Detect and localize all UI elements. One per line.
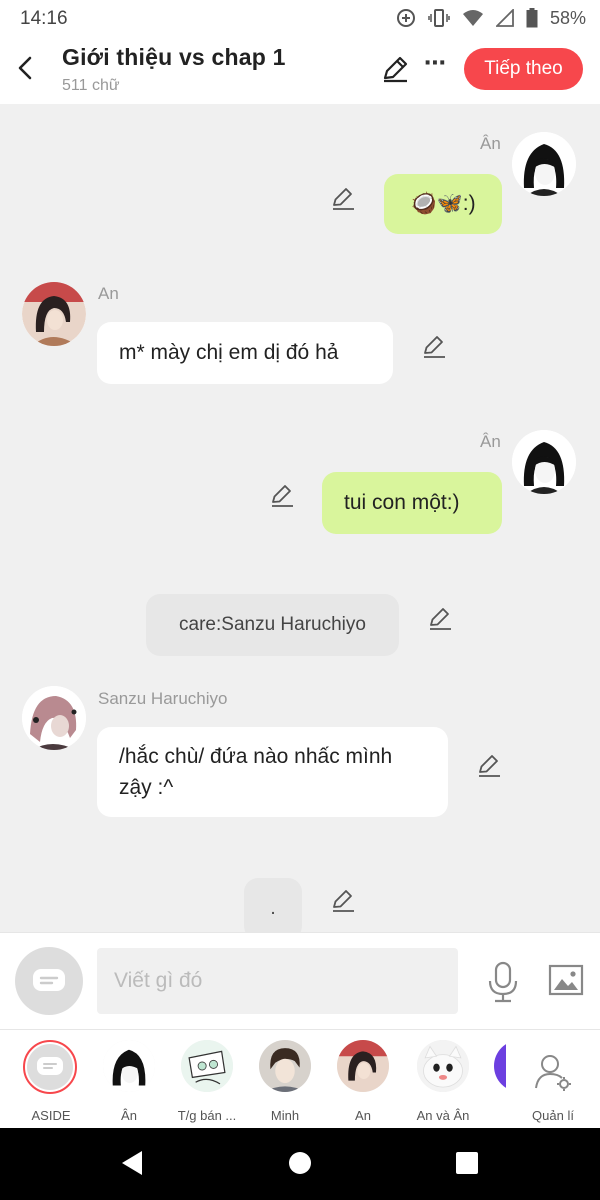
character-item-partial[interactable]	[494, 1040, 506, 1092]
sender-name: An	[98, 284, 119, 303]
edit-title-button[interactable]	[380, 54, 410, 84]
message-input[interactable]	[97, 948, 458, 1014]
message-bubble[interactable]: tui con một:)	[322, 472, 502, 534]
avatar[interactable]	[22, 282, 86, 346]
sender-name: Ân	[480, 134, 501, 153]
narration-bubble[interactable]: care:Sanzu Haruchiyo	[146, 594, 399, 656]
chat-area: Ân 🥥🦋:) An m* mày chị em dị đó hả Ân tui…	[0, 104, 600, 932]
more-options-button[interactable]: ⋯	[422, 50, 448, 80]
next-chapter-button[interactable]: Tiếp theo	[464, 48, 583, 90]
vibrate-icon	[428, 9, 450, 27]
character-item[interactable]: An	[322, 1038, 402, 1126]
image-icon[interactable]	[548, 963, 584, 997]
edit-message-icon[interactable]	[420, 332, 448, 360]
edit-message-icon[interactable]	[426, 604, 454, 632]
character-avatar	[417, 1040, 469, 1092]
character-avatar	[337, 1040, 389, 1092]
aside-toggle-button[interactable]	[15, 947, 83, 1015]
wifi-icon	[462, 10, 483, 26]
character-label: An	[355, 1108, 371, 1123]
character-item[interactable]: An và Ân	[402, 1038, 482, 1126]
character-label: An và Ân	[416, 1108, 470, 1123]
user-settings-icon	[534, 1052, 574, 1092]
character-label: ASIDE	[31, 1108, 71, 1123]
back-triangle-icon[interactable]	[120, 1150, 144, 1176]
avatar[interactable]	[512, 132, 576, 196]
character-label: Quản lí	[532, 1108, 574, 1123]
message-bubble[interactable]: 🥥🦋:)	[384, 174, 502, 234]
chapter-header: Giới thiệu vs chap 1 511 chữ ⋯ Tiếp theo	[0, 36, 600, 104]
microphone-icon[interactable]	[486, 961, 520, 1003]
edit-message-icon[interactable]	[268, 481, 296, 509]
character-avatar	[181, 1040, 233, 1092]
character-item[interactable]: Minh	[244, 1038, 324, 1126]
message-bubble[interactable]: /hắc chù/ đứa nào nhấc mình zậy :^	[97, 727, 448, 817]
character-label: T/g bán ...	[177, 1108, 237, 1123]
battery-percent: 58%	[549, 7, 586, 28]
narration-bubble[interactable]: .	[244, 878, 302, 932]
battery-icon	[526, 8, 538, 28]
character-avatar	[259, 1040, 311, 1092]
edit-message-icon[interactable]	[329, 886, 357, 914]
message-bubble[interactable]: m* mày chị em dị đó hả	[97, 322, 393, 384]
character-item[interactable]: T/g bán ...	[166, 1038, 246, 1126]
page-title: Giới thiệu vs chap 1	[62, 44, 286, 70]
sender-name: Sanzu Haruchiyo	[98, 689, 228, 708]
recents-square-icon[interactable]	[455, 1150, 479, 1176]
chevron-left-icon	[18, 56, 32, 80]
character-label: Minh	[270, 1108, 300, 1123]
aside-avatar	[23, 1040, 77, 1094]
signal-icon	[495, 9, 514, 27]
avatar[interactable]	[512, 430, 576, 494]
character-aside[interactable]: ASIDE	[10, 1038, 90, 1126]
character-label: Ân	[121, 1108, 137, 1123]
character-item[interactable]: Ân	[88, 1038, 168, 1126]
data-saver-icon	[396, 9, 415, 27]
manage-characters-button[interactable]: Quản lí	[512, 1038, 592, 1126]
chat-bubble-icon	[37, 1057, 63, 1075]
sender-name: Ân	[480, 432, 501, 451]
home-circle-icon[interactable]	[288, 1150, 312, 1176]
status-time: 14:16	[20, 8, 68, 29]
status-bar: 14:16 58%	[0, 0, 600, 36]
character-bar: ASIDE Ân T/g bán ... Minh An An và Ân Qu…	[0, 1030, 600, 1128]
chat-bubble-icon	[33, 969, 65, 991]
message-composer	[0, 932, 600, 1030]
pencil-icon	[383, 56, 408, 83]
edit-message-icon[interactable]	[329, 184, 357, 212]
character-avatar	[103, 1040, 155, 1092]
edit-message-icon[interactable]	[475, 751, 503, 779]
word-count: 511 chữ	[62, 77, 120, 94]
avatar[interactable]	[22, 686, 86, 750]
status-icons: 58%	[396, 6, 586, 30]
system-nav-bar	[0, 1128, 600, 1200]
back-button[interactable]	[10, 50, 40, 86]
